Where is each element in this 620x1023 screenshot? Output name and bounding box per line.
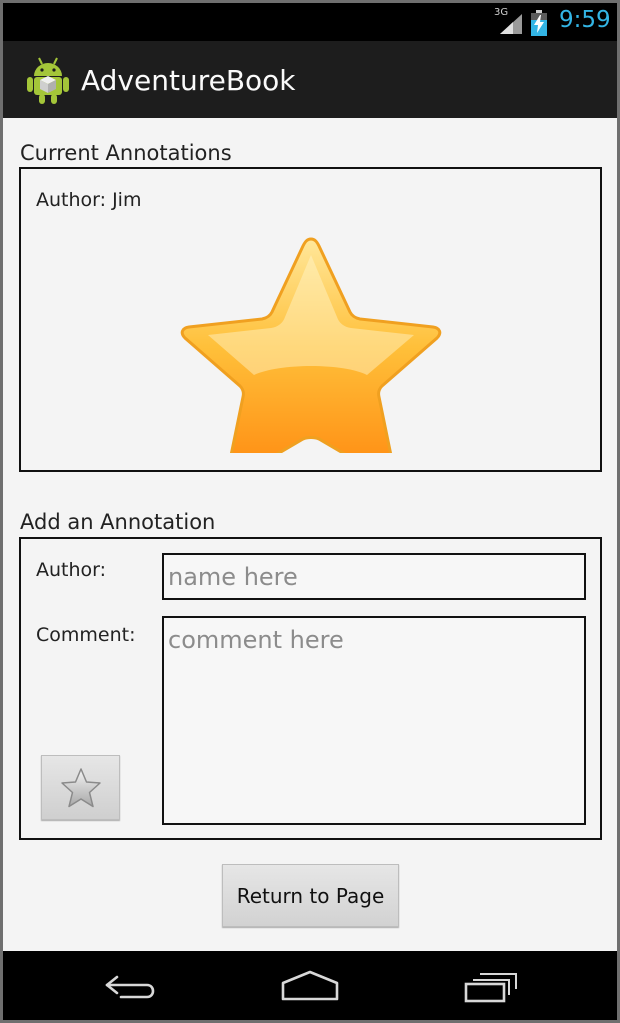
- back-icon[interactable]: [103, 969, 159, 1001]
- return-to-page-button[interactable]: Return to Page: [222, 864, 399, 927]
- current-annotations-panel: Author: Jim: [19, 167, 602, 472]
- add-star-button[interactable]: [41, 755, 120, 820]
- navigation-bar: [3, 951, 617, 1020]
- author-label: Author:: [36, 559, 107, 581]
- author-name-input[interactable]: [162, 553, 586, 600]
- current-annotations-heading: Current Annotations: [20, 141, 232, 165]
- annotation-author: Author: Jim: [36, 189, 142, 211]
- status-bar: 3G 9:59: [3, 3, 617, 41]
- add-annotation-heading: Add an Annotation: [20, 510, 216, 534]
- app-title: AdventureBook: [81, 64, 296, 97]
- star-icon: [60, 767, 101, 807]
- app-screen: 3G 9:59 AdventureBook Current Annotation…: [3, 3, 617, 1020]
- gold-star-icon: [180, 237, 442, 453]
- comment-label: Comment:: [36, 624, 136, 646]
- comment-textarea[interactable]: [162, 616, 586, 825]
- signal-icon: [500, 14, 522, 34]
- android-robot-icon[interactable]: [27, 56, 69, 104]
- recent-apps-icon[interactable]: [463, 969, 519, 1003]
- battery-charging-icon: [531, 10, 547, 36]
- clock: 9:59: [559, 7, 611, 33]
- action-bar: AdventureBook: [3, 41, 617, 118]
- home-icon[interactable]: [280, 969, 340, 1003]
